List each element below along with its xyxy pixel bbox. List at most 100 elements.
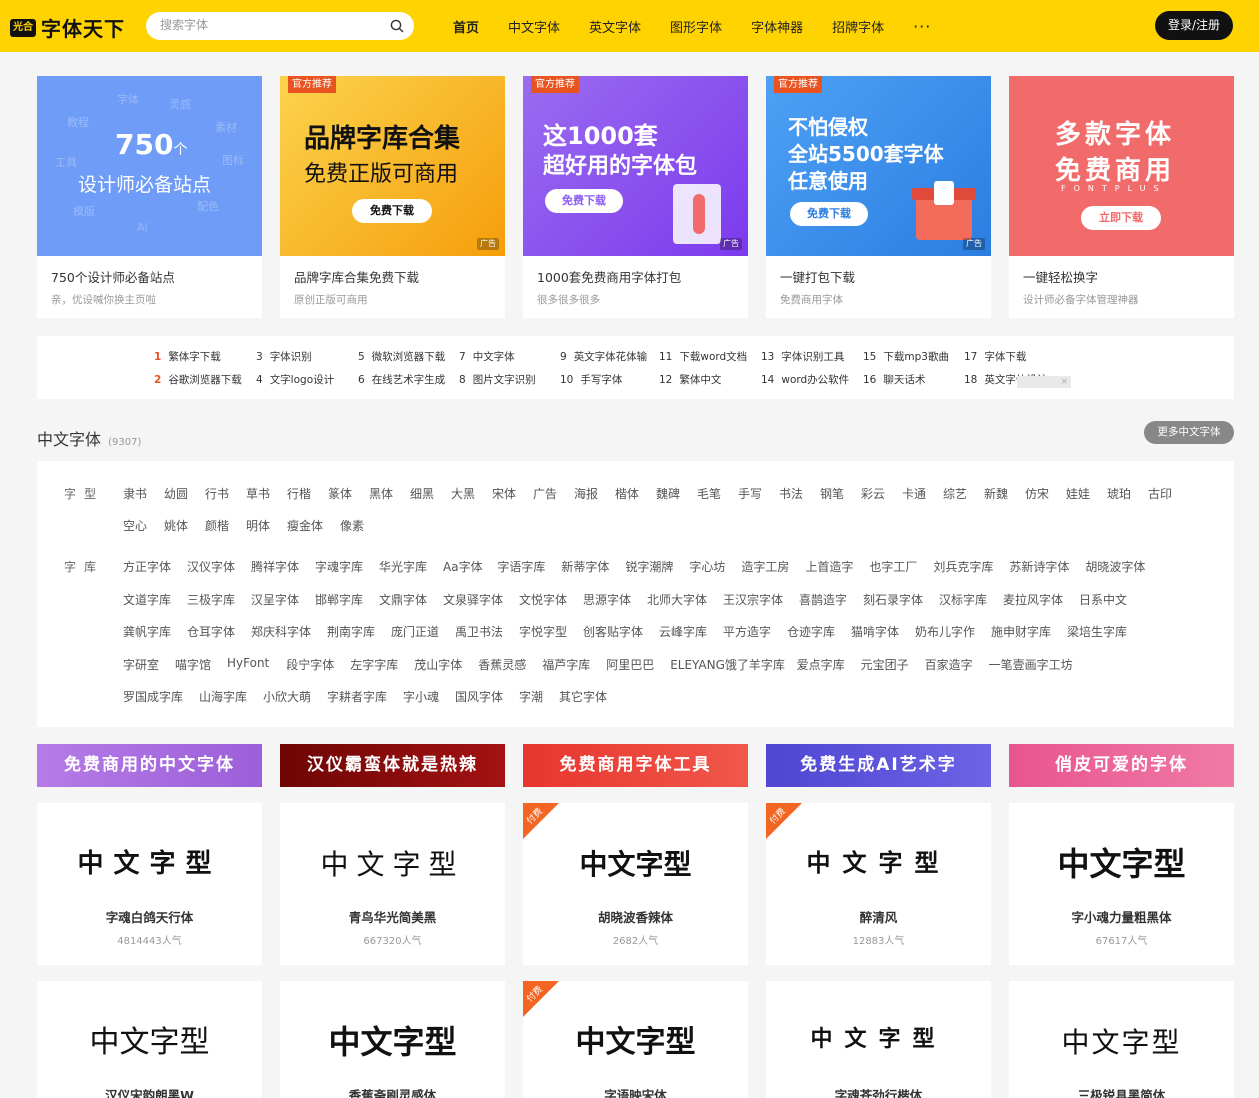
font-library-filter[interactable]: 国风字体 <box>455 688 503 705</box>
hot-keyword-link[interactable]: 12 繁体中文 <box>659 372 721 387</box>
nav-more-icon[interactable]: ··· <box>913 17 931 36</box>
font-library-filter[interactable]: 汉标字库 <box>939 591 987 608</box>
more-chinese-fonts-button[interactable]: 更多中文字体 <box>1144 421 1234 444</box>
font-card[interactable]: 中文字型 三极锐具黑简体 <box>1009 981 1234 1098</box>
font-type-filter[interactable]: 彩云 <box>861 485 885 502</box>
font-library-filter[interactable]: 苏新诗字体 <box>1009 558 1069 575</box>
font-name[interactable]: 三极锐具黑简体 <box>1009 1085 1234 1098</box>
font-name[interactable]: 香蕉斋刷灵感体 <box>280 1085 505 1098</box>
font-library-filter[interactable]: 庞门正道 <box>391 623 439 640</box>
font-name[interactable]: 字魂白鸽天行体 <box>37 907 262 926</box>
font-type-filter[interactable]: 空心 <box>123 517 147 534</box>
font-type-filter[interactable]: 草书 <box>246 485 270 502</box>
font-library-filter[interactable]: 也字工厂 <box>869 558 917 575</box>
font-library-filter[interactable]: 香蕉灵感 <box>478 656 526 673</box>
hot-keyword-link[interactable]: 7 中文字体 <box>459 349 515 364</box>
font-type-filter[interactable]: 琥珀 <box>1107 485 1131 502</box>
hot-keyword-link[interactable]: 1 繁体字下载 <box>154 349 221 364</box>
font-library-filter[interactable]: 云峰字库 <box>659 623 707 640</box>
banner-card-3[interactable]: 官方推荐 这1000套 超好用的字体包 免费下载 广告 1000套免费商用字体打… <box>523 76 748 318</box>
font-library-filter[interactable]: 字语字库 <box>497 558 545 575</box>
font-name[interactable]: 字语映宋体 <box>523 1085 748 1098</box>
font-type-filter[interactable]: 瘦金体 <box>287 517 323 534</box>
banner-card-1[interactable]: 字体 灵感 教程 素材 工具 图标 模版 配色 AI 750个 设计师必备站点 … <box>37 76 262 318</box>
font-type-filter[interactable]: 姚体 <box>164 517 188 534</box>
font-card[interactable]: 中文字型 字小魂力量粗黑体 67617人气 <box>1009 803 1234 965</box>
font-library-filter[interactable]: 字心坊 <box>689 558 725 575</box>
font-type-filter[interactable]: 广告 <box>533 485 557 502</box>
font-library-filter[interactable]: 罗国成字库 <box>123 688 183 705</box>
hot-keyword-link[interactable]: 2 谷歌浏览器下载 <box>154 372 242 387</box>
font-library-filter[interactable]: 其它字体 <box>559 688 607 705</box>
font-library-filter[interactable]: 山海字库 <box>199 688 247 705</box>
category-banner-2[interactable]: 汉仪霸蛮体就是热辣 <box>280 744 505 787</box>
font-library-filter[interactable]: 文泉驿字体 <box>443 591 503 608</box>
font-card[interactable]: 中文字型 字魂白鸽天行体 4814443人气 <box>37 803 262 965</box>
font-library-filter[interactable]: 字耕者字库 <box>327 688 387 705</box>
font-type-filter[interactable]: 海报 <box>574 485 598 502</box>
font-type-filter[interactable]: 幼圆 <box>164 485 188 502</box>
font-card[interactable]: 中文字型 字语映宋体 付费 <box>523 981 748 1098</box>
font-type-filter[interactable]: 娃娃 <box>1066 485 1090 502</box>
font-library-filter[interactable]: 锐字潮牌 <box>625 558 673 575</box>
font-library-filter[interactable]: 字魂字库 <box>315 558 363 575</box>
font-library-filter[interactable]: 新蒂字体 <box>561 558 609 575</box>
font-type-filter[interactable]: 钢笔 <box>820 485 844 502</box>
font-type-filter[interactable]: 隶书 <box>123 485 147 502</box>
banner-card-2[interactable]: 官方推荐 品牌字库合集 免费正版可商用 免费下载 广告 品牌字库合集免费下载 原… <box>280 76 505 318</box>
font-type-filter[interactable]: 篆体 <box>328 485 352 502</box>
font-library-filter[interactable]: 一笔壹画字工坊 <box>989 656 1073 673</box>
banner-title[interactable]: 750个设计师必备站点 <box>51 267 175 286</box>
font-library-filter[interactable]: 方正字体 <box>123 558 171 575</box>
free-download-button[interactable]: 免费下载 <box>790 202 868 226</box>
font-library-filter[interactable]: 奶布儿字作 <box>915 623 975 640</box>
banner-card-5[interactable]: 多款字体 免费商用 FONTPLUS 立即下载 一键轻松换字 设计师必备字体管理… <box>1009 76 1234 318</box>
font-type-filter[interactable]: 魏碑 <box>656 485 680 502</box>
category-banner-1[interactable]: 免费商用的中文字体 <box>37 744 262 787</box>
hot-keyword-link[interactable]: 13 字体识别工具 <box>761 349 844 364</box>
font-library-filter[interactable]: 百家造字 <box>925 656 973 673</box>
hot-keyword-link[interactable]: 14 word办公软件 <box>761 372 849 387</box>
font-type-filter[interactable]: 黑体 <box>369 485 393 502</box>
font-library-filter[interactable]: 阿里巴巴 <box>606 656 654 673</box>
font-library-filter[interactable]: 腾祥字体 <box>251 558 299 575</box>
font-type-filter[interactable]: 手写 <box>738 485 762 502</box>
hot-keyword-link[interactable]: 15 下载mp3歌曲 <box>863 349 949 364</box>
banner-title[interactable]: 品牌字库合集免费下载 <box>294 267 419 286</box>
font-card[interactable]: 中文字型 醉清风 12883人气 付费 <box>766 803 991 965</box>
font-library-filter[interactable]: 邯郸字库 <box>315 591 363 608</box>
font-type-filter[interactable]: 卡通 <box>902 485 926 502</box>
font-library-filter[interactable]: 刻石录字体 <box>863 591 923 608</box>
nav-home[interactable]: 首页 <box>453 17 479 36</box>
font-library-filter[interactable]: 字研室 <box>123 656 159 673</box>
hot-keyword-link[interactable]: 3 字体识别 <box>256 349 312 364</box>
font-name[interactable]: 青鸟华光简美黑 <box>280 907 505 926</box>
font-library-filter[interactable]: 仓耳字体 <box>187 623 235 640</box>
font-type-filter[interactable]: 仿宋 <box>1025 485 1049 502</box>
font-name[interactable]: 汉仪宋韵朗黑W <box>37 1085 262 1098</box>
font-library-filter[interactable]: 文鼎字体 <box>379 591 427 608</box>
font-card[interactable]: 中文字型 青鸟华光简美黑 667320人气 <box>280 803 505 965</box>
hot-keyword-link[interactable]: 11 下载word文档 <box>659 349 747 364</box>
font-library-filter[interactable]: 茂山字体 <box>414 656 462 673</box>
font-card[interactable]: 中文字型 香蕉斋刷灵感体 <box>280 981 505 1098</box>
font-library-filter[interactable]: 王汉宗字体 <box>723 591 783 608</box>
font-type-filter[interactable]: 明体 <box>246 517 270 534</box>
login-register-button[interactable]: 登录/注册 <box>1155 11 1233 40</box>
font-card[interactable]: 中文字型 字魂苍劲行楷体 <box>766 981 991 1098</box>
font-library-filter[interactable]: 郑庆科字体 <box>251 623 311 640</box>
banner-title[interactable]: 一键打包下载 <box>780 267 855 286</box>
search-icon[interactable] <box>390 19 404 33</box>
font-library-filter[interactable]: 华光字库 <box>379 558 427 575</box>
font-library-filter[interactable]: 思源字体 <box>583 591 631 608</box>
font-library-filter[interactable]: 三极字库 <box>187 591 235 608</box>
font-type-filter[interactable]: 细黑 <box>410 485 434 502</box>
font-library-filter[interactable]: 北师大字体 <box>647 591 707 608</box>
font-type-filter[interactable]: 综艺 <box>943 485 967 502</box>
font-name[interactable]: 字魂苍劲行楷体 <box>766 1085 991 1098</box>
font-library-filter[interactable]: 汉仪字体 <box>187 558 235 575</box>
font-type-filter[interactable]: 行楷 <box>287 485 311 502</box>
nav-english-fonts[interactable]: 英文字体 <box>589 17 641 36</box>
font-library-filter[interactable]: 梁培生字库 <box>1067 623 1127 640</box>
ad-close-icon[interactable]: × <box>1017 376 1071 388</box>
